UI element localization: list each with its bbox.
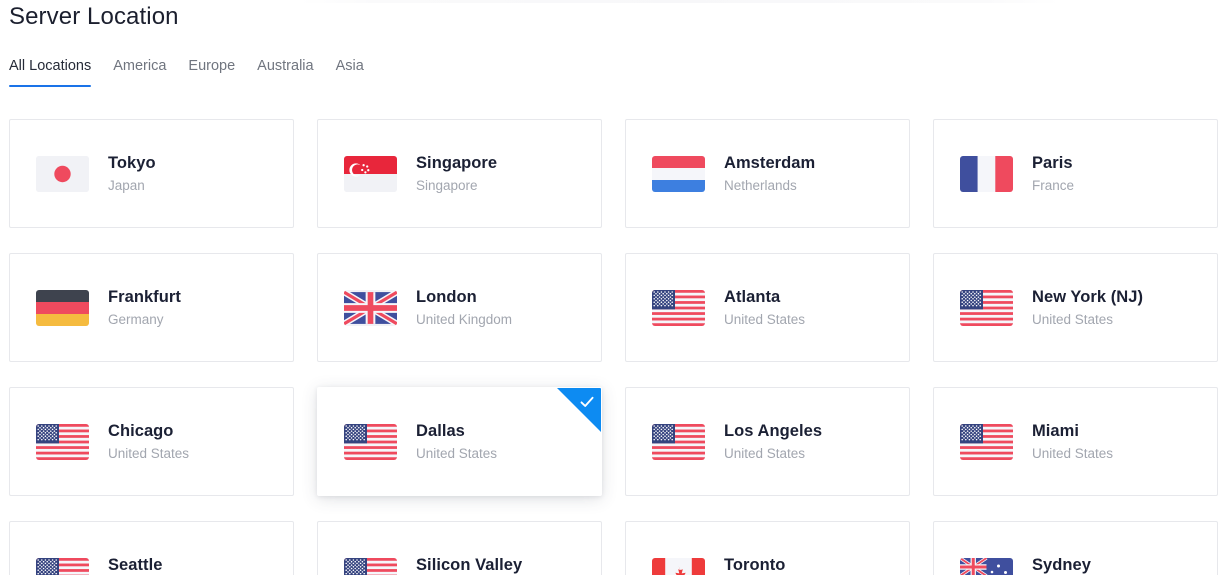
location-labels: Tokyo Japan — [108, 153, 156, 194]
check-icon — [578, 393, 596, 411]
japan-flag-icon — [36, 155, 89, 192]
location-country: United States — [1032, 445, 1114, 461]
tab-america[interactable]: America — [113, 58, 188, 87]
location-card[interactable]: Paris France — [933, 119, 1218, 228]
location-labels: Amsterdam Netherlands — [724, 153, 815, 194]
location-card[interactable]: Atlanta United States — [625, 253, 910, 362]
united-states-flag-icon — [960, 423, 1013, 460]
location-country: France — [1032, 177, 1075, 193]
location-labels: Miami United States — [1032, 421, 1113, 462]
location-labels: New York (NJ) United States — [1032, 287, 1143, 328]
location-labels: SeattleUnited States — [108, 555, 189, 575]
location-card[interactable]: Frankfurt Germany — [9, 253, 294, 362]
location-country: United States — [724, 445, 806, 461]
location-city: Toronto — [724, 556, 786, 575]
netherlands-flag-icon — [652, 155, 705, 192]
location-city: Miami — [1032, 422, 1080, 441]
united-states-flag-icon — [344, 557, 397, 575]
germany-flag-icon — [36, 289, 89, 326]
location-country: United Kingdom — [416, 311, 513, 327]
location-card[interactable]: Los Angeles United States — [625, 387, 910, 496]
united-states-flag-icon — [36, 423, 89, 460]
server-location-page: Server Location All Locations America Euro… — [0, 0, 1227, 575]
location-city: Seattle — [108, 556, 163, 575]
location-card[interactable]: London United Kingdom — [317, 253, 602, 362]
australia-flag-icon — [960, 557, 1013, 575]
location-country: Netherlands — [724, 177, 797, 193]
france-flag-icon — [960, 155, 1013, 192]
tab-asia[interactable]: Asia — [336, 58, 386, 87]
location-card[interactable]: Singapore Singapore — [317, 119, 602, 228]
location-card[interactable]: Miami United States — [933, 387, 1218, 496]
canada-flag-icon — [652, 557, 705, 575]
location-country: Japan — [108, 177, 145, 193]
united-states-flag-icon — [652, 289, 705, 326]
location-filter-tabs: All Locations America Europe Australia Asia — [9, 58, 386, 87]
location-country: United States — [1032, 311, 1114, 327]
location-labels: Singapore Singapore — [416, 153, 497, 194]
location-card[interactable]: Chicago United States — [9, 387, 294, 496]
location-country: United States — [724, 311, 806, 327]
location-card[interactable]: SydneyAustralia — [933, 521, 1218, 575]
location-city: Atlanta — [724, 288, 781, 307]
location-labels: Los Angeles United States — [724, 421, 822, 462]
location-city: Amsterdam — [724, 154, 816, 173]
location-labels: Silicon ValleyUnited States — [416, 555, 522, 575]
united-kingdom-flag-icon — [344, 289, 397, 326]
location-country: United States — [416, 445, 498, 461]
location-city: Silicon Valley — [416, 556, 523, 575]
location-city: Tokyo — [108, 154, 156, 173]
location-labels: Paris France — [1032, 153, 1074, 194]
location-city: Los Angeles — [724, 422, 823, 441]
location-labels: Atlanta United States — [724, 287, 805, 328]
location-card[interactable]: SeattleUnited States — [9, 521, 294, 575]
tab-all-locations[interactable]: All Locations — [9, 58, 113, 87]
tab-europe[interactable]: Europe — [188, 58, 257, 87]
location-city: Singapore — [416, 154, 498, 173]
location-country: Germany — [108, 311, 164, 327]
page-title: Server Location — [9, 3, 179, 30]
location-labels: Dallas United States — [416, 421, 497, 462]
singapore-flag-icon — [344, 155, 397, 192]
location-city: Chicago — [108, 422, 174, 441]
location-country: Singapore — [416, 177, 478, 193]
location-labels: London United Kingdom — [416, 287, 512, 328]
location-card[interactable]: TorontoCanada — [625, 521, 910, 575]
location-labels: TorontoCanada — [724, 555, 785, 575]
location-city: Frankfurt — [108, 288, 181, 307]
location-city: Sydney — [1032, 556, 1091, 575]
location-city: Paris — [1032, 154, 1073, 173]
location-labels: Frankfurt Germany — [108, 287, 181, 328]
location-city: London — [416, 288, 477, 307]
united-states-flag-icon — [344, 423, 397, 460]
location-card[interactable]: New York (NJ) United States — [933, 253, 1218, 362]
location-labels: SydneyAustralia — [1032, 555, 1091, 575]
united-states-flag-icon — [960, 289, 1013, 326]
location-country: United States — [108, 445, 190, 461]
top-edge-sliver — [300, 0, 1060, 3]
united-states-flag-icon — [652, 423, 705, 460]
tab-australia[interactable]: Australia — [257, 58, 335, 87]
location-labels: Chicago United States — [108, 421, 189, 462]
location-city: New York (NJ) — [1032, 288, 1143, 307]
location-card[interactable]: Tokyo Japan — [9, 119, 294, 228]
server-location-grid: Tokyo Japan Singapore Singapore Amsterdam Ne… — [9, 119, 1218, 575]
location-card[interactable]: Amsterdam Netherlands — [625, 119, 910, 228]
united-states-flag-icon — [36, 557, 89, 575]
location-card[interactable]: Silicon ValleyUnited States — [317, 521, 602, 575]
location-card[interactable]: Dallas United States — [317, 387, 602, 496]
location-city: Dallas — [416, 422, 465, 441]
